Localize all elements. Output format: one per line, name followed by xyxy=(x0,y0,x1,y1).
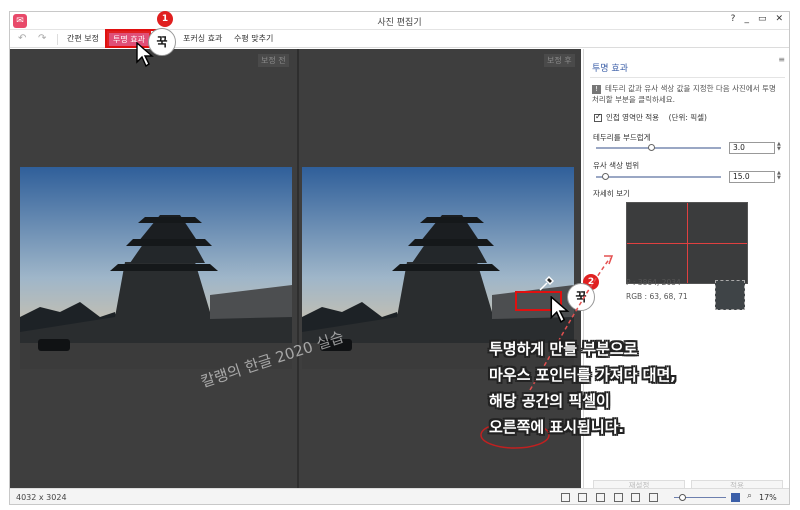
panel-description: ! 테두리 값과 유사 색상 값을 지정한 다음 사진에서 투명 처리할 부분을 … xyxy=(592,83,782,105)
callout-line-3: 해당 공간의 픽셀이 xyxy=(489,392,610,410)
magnifier-icon[interactable]: ⌕ xyxy=(747,491,752,501)
photo-before xyxy=(20,167,292,369)
detail-view-label: 자세히 보기 xyxy=(593,189,630,198)
edge-soften-spinner-icon[interactable]: ▲ ▼ xyxy=(777,142,783,152)
fullscreen-icon[interactable] xyxy=(649,493,658,502)
pixel-magnifier-preview xyxy=(626,202,748,284)
panel-menu-icon[interactable]: ≡ xyxy=(778,55,785,64)
edge-soften-label: 테두리를 부드럽게 xyxy=(593,133,651,142)
image-dimensions: 4032 x 3024 xyxy=(16,493,67,502)
status-bar: 4032 x 3024 ⌕ 17% xyxy=(10,488,789,504)
similar-color-slider-knob[interactable] xyxy=(601,173,609,180)
zoom-slider-knob[interactable] xyxy=(679,494,686,501)
edge-soften-slider-knob[interactable] xyxy=(648,144,655,151)
checkbox-unit: (단위: 픽셀) xyxy=(668,113,707,122)
fit-view-icon[interactable] xyxy=(614,493,623,502)
panel-heading: 투명 효과 xyxy=(592,64,628,74)
single-view-icon[interactable] xyxy=(596,493,605,502)
tab-horizontal-align[interactable]: 수평 맞추기 xyxy=(234,33,273,44)
step-1-badge: 1 xyxy=(157,11,173,27)
info-icon: ! xyxy=(592,84,601,94)
toolbar-separator xyxy=(57,34,58,45)
after-label: 보정 후 xyxy=(544,54,575,67)
before-label: 보정 전 xyxy=(258,54,289,67)
similar-color-label: 유사 색상 범위 xyxy=(593,161,640,170)
description-text: 테두리 값과 유사 색상 값을 지정한 다음 사진에서 투명 처리할 부분을 클… xyxy=(592,84,776,104)
adjacent-only-checkbox[interactable]: 인접 영역만 적용 (단위: 픽셀) xyxy=(594,112,707,123)
undo-icon[interactable]: ↶ xyxy=(18,33,26,44)
similar-color-input[interactable]: 15.0 xyxy=(729,171,775,183)
similar-color-spinner-icon[interactable]: ▲ ▼ xyxy=(777,171,783,181)
callout-line-1: 투명하게 만들 부분으로 xyxy=(489,340,638,358)
callout-line-2: 마우스 포인터를 가져다 대면, xyxy=(489,366,676,384)
coords-value: 3864, 2034 xyxy=(637,278,681,287)
panel-divider xyxy=(590,77,785,78)
tutorial-callout: 투명하게 만들 부분으로 마우스 포인터를 가져다 대면, 해당 공간의 픽셀이… xyxy=(489,336,676,440)
coords-prefix: P xyxy=(626,278,631,287)
pixel-coords: P : 3864, 2034 xyxy=(626,278,681,287)
window-controls: ? _ ▭ ✕ xyxy=(731,14,783,24)
mouse-cursor-icon xyxy=(136,42,154,68)
help-button[interactable]: ? xyxy=(731,14,736,24)
redo-icon[interactable]: ↷ xyxy=(38,33,46,44)
pixel-rgb: RGB : 63, 68, 71 xyxy=(626,292,688,301)
minimize-button[interactable]: _ xyxy=(744,14,749,24)
title-bar: ✉ 사진 편집기 ? _ ▭ ✕ xyxy=(10,12,789,30)
side-by-side-icon[interactable] xyxy=(578,493,587,502)
split-view-icon[interactable] xyxy=(561,493,570,502)
window-title: 사진 편집기 xyxy=(377,18,422,28)
canvas-divider xyxy=(297,49,299,488)
actual-size-icon[interactable] xyxy=(631,493,640,502)
checkbox-label: 인접 영역만 적용 xyxy=(606,113,660,122)
checkbox-checked-icon[interactable] xyxy=(594,112,602,122)
zoom-level: 17% xyxy=(759,493,777,502)
edge-soften-slider[interactable] xyxy=(596,144,721,151)
preview-crosshair-v xyxy=(687,203,688,283)
callout-line-4: 오른쪽에 표시됩니다. xyxy=(489,418,625,436)
pixel-color-swatch xyxy=(715,280,745,310)
edge-soften-input[interactable]: 3.0 xyxy=(729,142,775,154)
maximize-button[interactable]: ▭ xyxy=(758,14,767,24)
similar-color-slider[interactable] xyxy=(596,173,721,180)
tab-simple-correction[interactable]: 간편 보정 xyxy=(67,33,99,44)
zoom-preset-icon[interactable] xyxy=(731,493,740,502)
close-button[interactable]: ✕ xyxy=(775,14,783,24)
tab-focusing-effect[interactable]: 포커싱 효과 xyxy=(183,33,222,44)
